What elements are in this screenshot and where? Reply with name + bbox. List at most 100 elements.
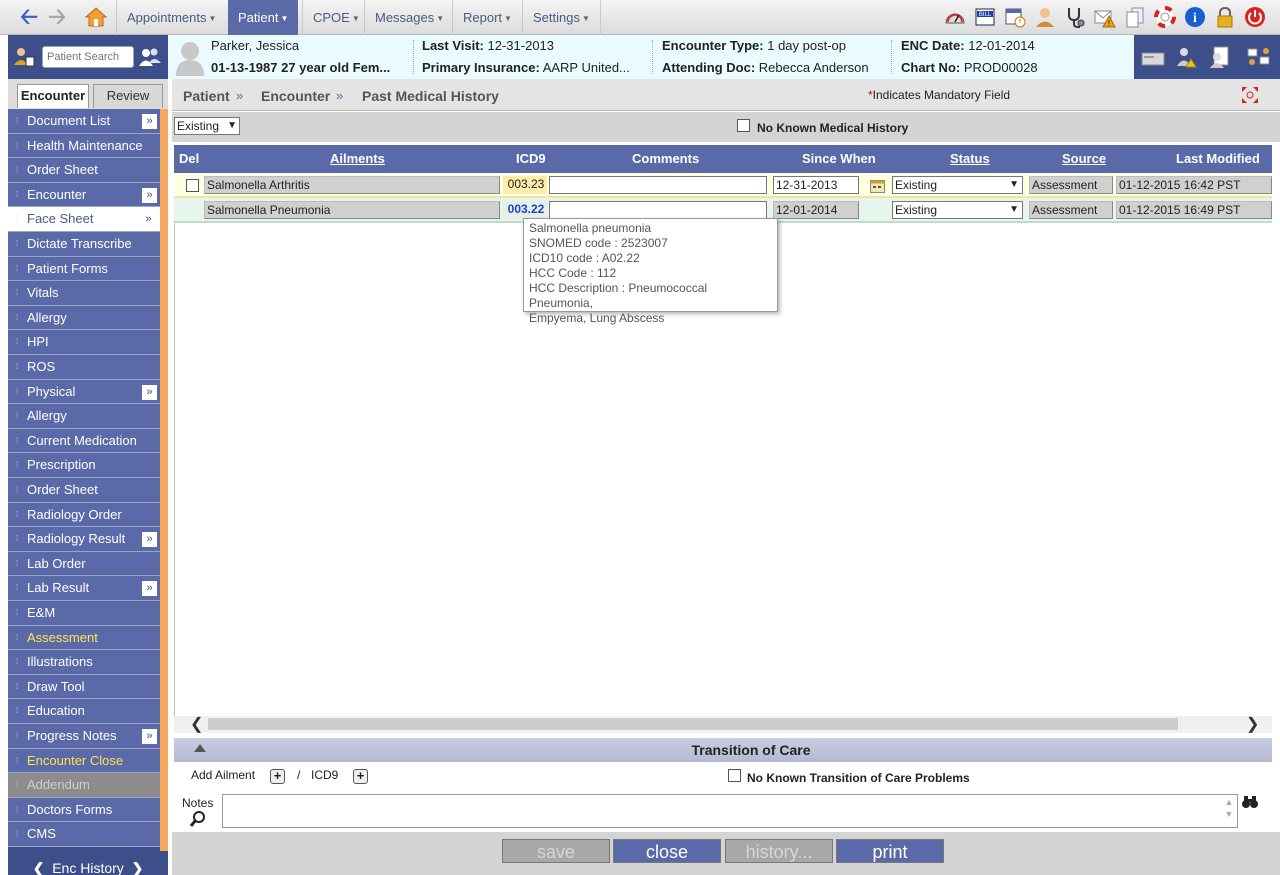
breadcrumb-encounter[interactable]: Encounter	[261, 88, 330, 104]
sidebar-item[interactable]: ⁞ Doctors Forms	[8, 797, 160, 823]
drag-handle-icon[interactable]: ⁞	[16, 355, 18, 379]
sidebar-item[interactable]: ⁞ Order Sheet	[8, 478, 160, 503]
lock-icon[interactable]	[1214, 6, 1236, 28]
col-source[interactable]: Source	[1062, 151, 1106, 166]
sidebar-item[interactable]: ⁞ Illustrations	[8, 650, 160, 675]
home-icon[interactable]	[84, 5, 108, 29]
no-known-toc-checkbox[interactable]	[728, 769, 741, 782]
tab-review[interactable]: Review	[93, 84, 163, 108]
calendar-icon[interactable]	[870, 179, 885, 193]
scrollbar-thumb[interactable]	[208, 718, 1178, 730]
tab-encounter[interactable]: Encounter	[17, 84, 89, 108]
sidebar-item[interactable]: ⁞ Face Sheet »	[8, 207, 160, 232]
drag-handle-icon[interactable]: ⁞	[16, 699, 18, 723]
icd9-link[interactable]: 003.22	[503, 201, 547, 219]
info-icon[interactable]: i	[1184, 6, 1206, 28]
sidebar-item[interactable]: ⁞ Order Sheet	[8, 158, 160, 183]
patient-search-input[interactable]	[42, 46, 134, 68]
drag-handle-icon[interactable]: ⁞	[16, 109, 18, 133]
menu-report[interactable]: Report ▼	[452, 0, 522, 35]
magnifier-icon[interactable]	[189, 810, 207, 828]
sidebar-item[interactable]: ⁞ HPI	[8, 330, 160, 355]
status-select[interactable]: Existing ▼	[892, 176, 1023, 194]
drag-handle-icon[interactable]: ⁞	[16, 134, 18, 158]
forward-arrow-icon[interactable]: 🡢	[46, 6, 68, 28]
col-ailments[interactable]: Ailments	[330, 151, 385, 166]
scroll-left-icon[interactable]: ❮	[190, 714, 203, 734]
dashboard-icon[interactable]	[944, 6, 966, 28]
sidebar-item[interactable]: ⁞ Document List »	[8, 109, 160, 134]
drag-handle-icon[interactable]: ⁞	[16, 527, 18, 551]
print-button[interactable]: print	[836, 839, 944, 863]
sidebar-item[interactable]: ⁞ Health Maintenance	[8, 133, 160, 159]
comments-input[interactable]	[549, 201, 767, 219]
id-card-icon[interactable]	[1140, 48, 1166, 68]
drag-handle-icon[interactable]: ⁞	[16, 478, 18, 502]
sidebar-item[interactable]: ⁞ Assessment	[8, 625, 160, 651]
sidebar-item[interactable]: ⁞ E&M	[8, 601, 160, 626]
drag-handle-icon[interactable]: ⁞	[16, 724, 18, 748]
calendar-clock-icon[interactable]	[1004, 6, 1026, 28]
sidebar-item[interactable]: ⁞ Education	[8, 699, 160, 724]
expand-icon[interactable]: »	[142, 114, 157, 129]
drag-handle-icon[interactable]: ⁞	[16, 232, 18, 256]
user-alert-icon[interactable]	[1174, 45, 1198, 69]
drag-handle-icon[interactable]: ⁞	[16, 601, 18, 625]
user-icon[interactable]	[1034, 6, 1056, 28]
stethoscope-icon[interactable]	[1064, 6, 1086, 28]
drag-handle-icon[interactable]: ⁞	[16, 576, 18, 600]
drag-handle-icon[interactable]: ⁞	[16, 183, 18, 207]
users-icon[interactable]	[138, 46, 162, 68]
history-button[interactable]: history...	[725, 839, 833, 863]
notes-textarea[interactable]	[222, 794, 1238, 828]
menu-cpoe[interactable]: CPOE ▼	[302, 0, 370, 35]
notes-scrollbar[interactable]: ▲ ▼	[1222, 796, 1236, 826]
since-when-input[interactable]: 12-31-2013	[773, 176, 859, 194]
expand-icon[interactable]: »	[142, 384, 157, 400]
status-filter-select[interactable]: Existing ▼	[174, 117, 240, 135]
expand-icon[interactable]: »	[142, 187, 157, 203]
sidebar-item[interactable]: ⁞ CMS	[8, 822, 160, 847]
menu-appointments[interactable]: Appointments ▼	[116, 0, 226, 35]
expand-icon[interactable]: »	[142, 729, 157, 744]
col-status[interactable]: Status	[950, 151, 990, 166]
expand-icon[interactable]: »	[142, 581, 157, 597]
sidebar-item[interactable]: ⁞ Lab Result »	[8, 576, 160, 601]
close-button[interactable]: close	[613, 839, 721, 863]
menu-messages[interactable]: Messages ▼	[364, 0, 454, 35]
drag-handle-icon[interactable]: ⁞	[16, 650, 18, 674]
sidebar-item[interactable]: ⁞ Progress Notes »	[8, 724, 160, 749]
drag-handle-icon[interactable]: ⁞	[16, 429, 18, 453]
sidebar-item[interactable]: ⁞ Draw Tool	[8, 674, 160, 700]
bill-icon[interactable]: BILL	[974, 6, 996, 28]
mail-alert-icon[interactable]: !	[1094, 6, 1116, 28]
sidebar-scrollbar[interactable]	[160, 109, 168, 851]
sidebar-item[interactable]: ⁞ Dictate Transcribe	[8, 232, 160, 257]
drag-handle-icon[interactable]: ⁞	[16, 453, 18, 477]
comments-input[interactable]	[549, 176, 767, 194]
sidebar-item[interactable]: ⁞ Radiology Order	[8, 502, 160, 528]
chevron-right-icon[interactable]: ❯	[132, 860, 144, 875]
sidebar-item[interactable]: ⁞ Physical »	[8, 379, 160, 405]
scroll-right-icon[interactable]: ❯	[1246, 714, 1259, 734]
drag-handle-icon[interactable]: ⁞	[16, 281, 18, 305]
drag-handle-icon[interactable]: ⁞	[16, 552, 18, 576]
documents-icon[interactable]	[1124, 6, 1146, 28]
binoculars-icon[interactable]	[1242, 795, 1258, 809]
drag-handle-icon[interactable]: ⁞	[16, 675, 18, 699]
user-document-icon[interactable]	[1208, 45, 1232, 69]
back-arrow-icon[interactable]: 🡠	[18, 6, 40, 28]
expand-arrows-icon[interactable]	[1240, 85, 1260, 105]
drag-handle-icon[interactable]: ⁞	[16, 207, 18, 231]
sidebar-item[interactable]: ⁞ Encounter Close	[8, 748, 160, 774]
sidebar-item[interactable]: ⁞ Current Medication	[8, 428, 160, 454]
sidebar-item[interactable]: ⁞ Prescription	[8, 453, 160, 478]
drag-handle-icon[interactable]: ⁞	[16, 306, 18, 330]
drag-handle-icon[interactable]: ⁞	[16, 626, 18, 650]
sidebar-item[interactable]: ⁞ ROS	[8, 355, 160, 380]
menu-settings[interactable]: Settings ▼	[522, 0, 601, 35]
drag-handle-icon[interactable]: ⁞	[16, 773, 18, 797]
delete-checkbox[interactable]	[186, 179, 199, 192]
drag-handle-icon[interactable]: ⁞	[16, 158, 18, 182]
sidebar-item[interactable]: ⁞ Radiology Result »	[8, 527, 160, 552]
